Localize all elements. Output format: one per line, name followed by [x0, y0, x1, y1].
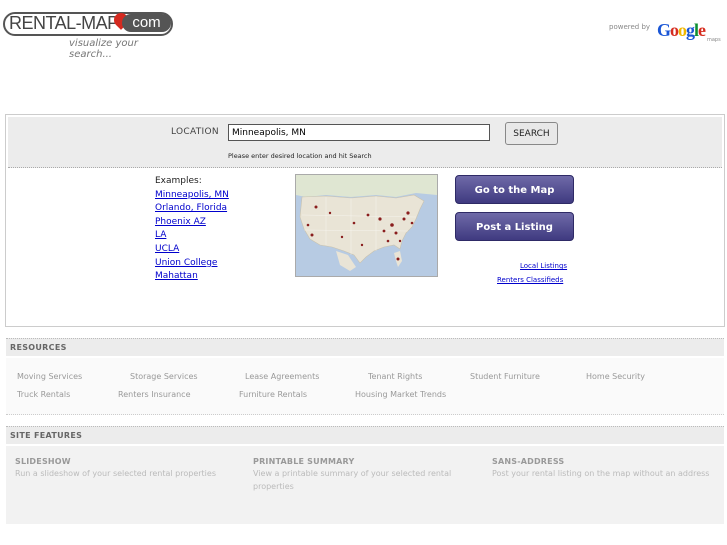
resource-link[interactable]: Tenant Rights	[368, 372, 422, 381]
resources-heading: RESOURCES	[6, 338, 724, 356]
example-link-la[interactable]: LA	[155, 229, 229, 243]
powered-by-google: powered by Google maps	[609, 20, 721, 44]
example-link-manhattan[interactable]: Mahattan	[155, 270, 229, 284]
local-listings-link[interactable]: Local Listings	[520, 262, 567, 270]
feature-title: PRINTABLE SUMMARY	[253, 457, 355, 466]
feature-title: SANS-ADDRESS	[492, 457, 565, 466]
resource-link[interactable]: Student Furniture	[470, 372, 540, 381]
us-map-thumbnail[interactable]	[295, 174, 438, 277]
logo-text: RENTAL-MAP	[9, 13, 119, 33]
location-input[interactable]	[228, 124, 490, 141]
site-logo[interactable]: RENTAL-MAP com visualize your search...	[3, 10, 178, 60]
resource-link[interactable]: Lease Agreements	[245, 372, 319, 381]
site-features-heading: SITE FEATURES	[6, 426, 724, 444]
feature-slideshow: SLIDESHOW Run a slideshow of your select…	[15, 457, 240, 480]
search-panel: LOCATION SEARCH Please enter desired loc…	[5, 114, 725, 327]
resource-link[interactable]: Storage Services	[130, 372, 198, 381]
search-button[interactable]: SEARCH	[505, 122, 558, 145]
powered-by-text: powered by	[609, 23, 651, 31]
example-link-orlando[interactable]: Orlando, Florida	[155, 202, 229, 216]
location-label: LOCATION	[171, 127, 219, 137]
resource-link[interactable]: Renters Insurance	[118, 390, 191, 399]
examples-title: Examples:	[155, 176, 202, 186]
logo-tagline: visualize your search...	[69, 38, 138, 60]
example-link-phoenix[interactable]: Phoenix AZ	[155, 216, 229, 230]
resource-link[interactable]: Home Security	[586, 372, 645, 381]
site-features-list: SLIDESHOW Run a slideshow of your select…	[6, 446, 724, 524]
example-link-ucla[interactable]: UCLA	[155, 243, 229, 257]
resources-list: Moving Services Storage Services Lease A…	[6, 358, 724, 415]
feature-sans-address: SANS-ADDRESS Post your rental listing on…	[492, 457, 717, 480]
example-link-minneapolis[interactable]: Minneapolis, MN	[155, 189, 229, 203]
google-logo: Google	[657, 20, 706, 40]
feature-title: SLIDESHOW	[15, 457, 71, 466]
feature-description: View a printable summary of your selecte…	[253, 469, 452, 491]
resource-link[interactable]: Truck Rentals	[17, 390, 70, 399]
resource-link[interactable]: Furniture Rentals	[239, 390, 307, 399]
examples-list: Examples: Minneapolis, MN Orlando, Flori…	[155, 175, 229, 284]
post-listing-button[interactable]: Post a Listing	[455, 212, 574, 241]
feature-description: Post your rental listing on the map with…	[492, 469, 710, 478]
example-link-union-college[interactable]: Union College	[155, 257, 229, 271]
maps-tag: maps	[707, 37, 721, 43]
feature-description: Run a slideshow of your selected rental …	[15, 469, 216, 478]
logo-com: com	[122, 14, 171, 32]
us-map-image	[296, 175, 437, 276]
renters-classifieds-link[interactable]: Renters Classifieds	[497, 276, 563, 284]
resource-link[interactable]: Housing Market Trends	[355, 390, 446, 399]
go-to-map-button[interactable]: Go to the Map	[455, 175, 574, 204]
resource-link[interactable]: Moving Services	[17, 372, 82, 381]
feature-printable-summary: PRINTABLE SUMMARY View a printable summa…	[253, 457, 478, 493]
search-hint: Please enter desired location and hit Se…	[228, 152, 372, 160]
search-bar: LOCATION SEARCH Please enter desired loc…	[8, 117, 722, 168]
